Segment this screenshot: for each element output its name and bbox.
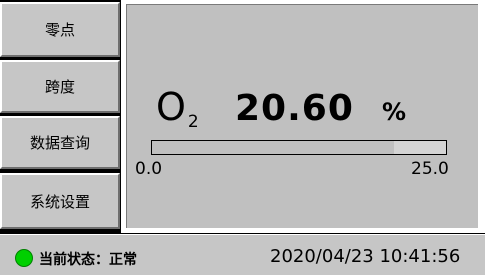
status-bar: 当前状态：正常 2020/04/23 10:41:56 — [0, 234, 485, 275]
status-indicator-icon — [15, 249, 33, 267]
range-min-label: 0.0 — [135, 159, 163, 179]
span-button[interactable]: 跨度 — [0, 60, 120, 113]
datetime-display: 2020/04/23 10:41:56 — [270, 246, 461, 267]
concentration-reading: 20.60 — [235, 88, 354, 129]
zero-button[interactable]: 零点 — [0, 2, 120, 57]
concentration-bar — [151, 140, 447, 155]
system-settings-button[interactable]: 系统设置 — [0, 173, 120, 229]
gas-name: O2 — [156, 85, 199, 132]
range-max-label: 25.0 — [411, 159, 449, 179]
data-query-button[interactable]: 数据查询 — [0, 116, 120, 169]
concentration-unit: % — [382, 98, 407, 126]
gas-symbol: O — [156, 85, 186, 129]
concentration-bar-fill — [152, 141, 395, 154]
status-label: 当前状态：正常 — [39, 252, 137, 268]
gas-subscript: 2 — [187, 112, 199, 132]
